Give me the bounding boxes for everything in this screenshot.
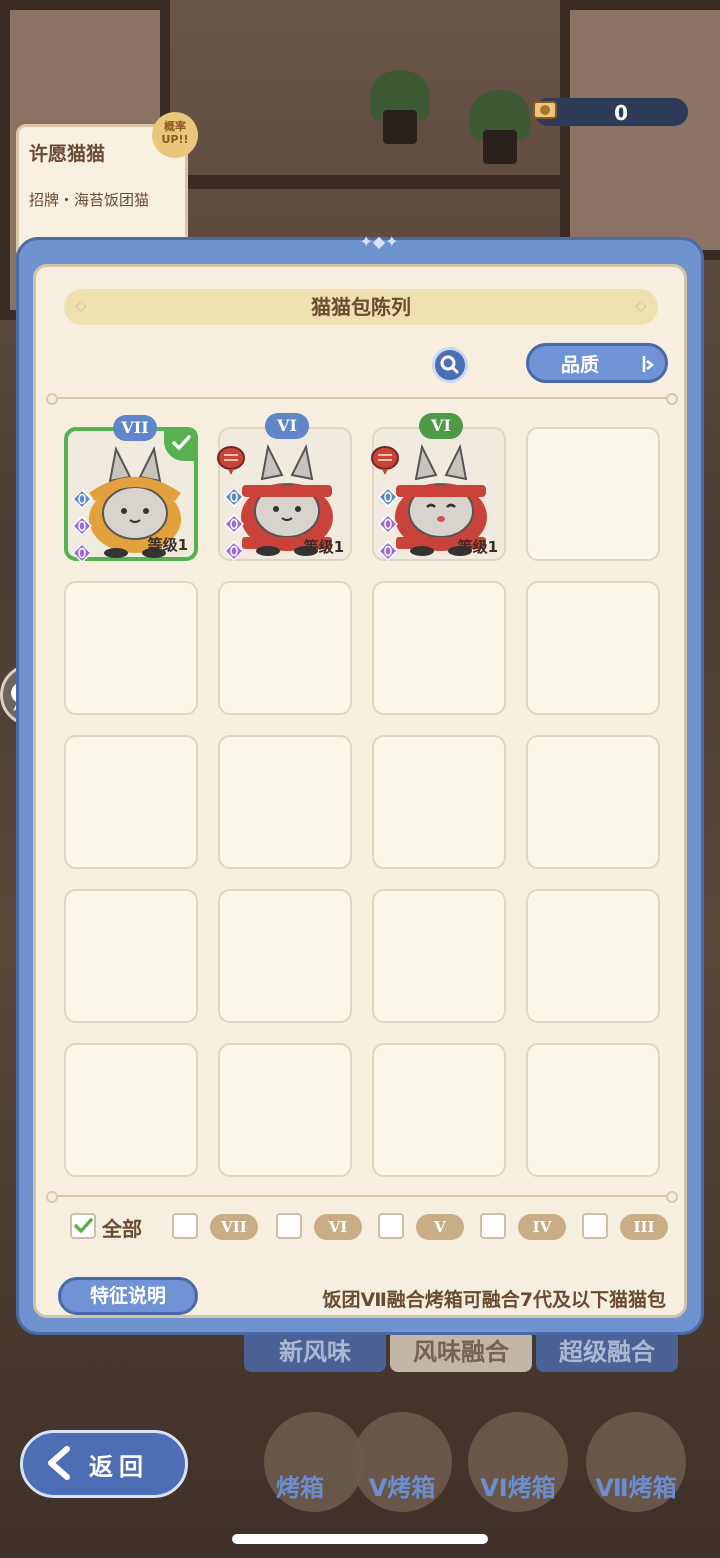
trait-gem-icon [71, 515, 93, 537]
filter-iii-checkbox[interactable] [582, 1213, 608, 1239]
empty-slot[interactable] [526, 427, 660, 561]
filter-all-label: 全部 [102, 1217, 142, 1241]
trait-gem-icon [377, 513, 399, 535]
meat-flavor-icon [217, 446, 245, 475]
home-indicator[interactable] [232, 1534, 488, 1544]
panel-content: ◇ 猫猫包陈列 ◇ 品质 VII 等级1 VI 等级1 VI 等级1 全部 VI… [33, 264, 687, 1318]
badge-line2: UP!! [161, 133, 189, 146]
level-label: 等级1 [303, 538, 344, 556]
fusion-note: 饭团Ⅶ融合烤箱可融合7代及以下猫猫包 [322, 1289, 666, 1311]
grade-badge: VI [265, 413, 309, 439]
cat-bun-slot[interactable]: VII 等级1 [64, 415, 198, 564]
window-frame-right [560, 0, 720, 260]
oven-vi-label: VI烤箱 [480, 1474, 556, 1502]
empty-slot[interactable] [218, 735, 352, 869]
empty-slot[interactable] [64, 889, 198, 1023]
filter-vii-pill: VII [210, 1214, 258, 1240]
wish-card-subtitle: 招牌・海苔饭团猫 [29, 191, 150, 209]
filter-vii-checkbox[interactable] [172, 1213, 198, 1239]
currency-counter: 0 [533, 98, 688, 126]
scroll-coin-icon [533, 101, 557, 119]
empty-slot[interactable] [64, 735, 198, 869]
filter-v-pill: V [416, 1214, 464, 1240]
checkmark-icon [74, 1218, 93, 1233]
panel-title: 猫猫包陈列 [311, 295, 411, 319]
empty-slot[interactable] [218, 1043, 352, 1177]
meat-flavor-icon [371, 446, 399, 475]
grade-filter-row: 全部 VII VI V IV III [64, 1211, 668, 1243]
search-button[interactable] [432, 347, 468, 383]
filter-iii-pill: III [620, 1214, 668, 1240]
trait-gem-icon [71, 488, 93, 510]
empty-slot[interactable] [372, 581, 506, 715]
trait-gem-icon [377, 486, 399, 508]
empty-slot[interactable] [64, 1043, 198, 1177]
pot-decoration [483, 130, 517, 164]
shelf [180, 175, 560, 189]
back-button-label: 返回 [89, 1453, 149, 1481]
search-icon [440, 355, 459, 374]
empty-slot[interactable] [64, 581, 198, 715]
tab-flavor-fusion[interactable]: 风味融合 [390, 1330, 532, 1372]
empty-slot[interactable] [372, 889, 506, 1023]
pot-decoration [383, 110, 417, 144]
empty-slot[interactable] [218, 581, 352, 715]
empty-slot[interactable] [526, 581, 660, 715]
badge-line1: 概率 [164, 120, 186, 133]
title-ornament-left-icon: ◇ [75, 298, 87, 314]
currency-value: 0 [614, 101, 628, 125]
level-label: 等级1 [457, 538, 498, 556]
selected-check-icon [164, 427, 198, 461]
trait-gem-icon [223, 486, 245, 508]
trait-gem-icon [223, 540, 245, 562]
sort-arrow-icon [642, 356, 655, 372]
tab-new-flavor[interactable]: 新风味 [244, 1330, 386, 1372]
filter-vi-pill: VI [314, 1214, 362, 1240]
probability-up-badge: 概率 UP!! [152, 112, 198, 158]
filter-all-checkbox[interactable] [70, 1213, 96, 1239]
tab-super-fusion[interactable]: 超级融合 [536, 1330, 678, 1372]
cat-bun-display-panel: ✦◆✦ ◇ 猫猫包陈列 ◇ 品质 VII 等级1 VI 等级1 VI 等级1 全… [16, 232, 704, 1335]
empty-slot[interactable] [526, 889, 660, 1023]
quality-sort-button[interactable]: 品质 [526, 343, 668, 383]
feature-description-button[interactable]: 特征说明 [58, 1277, 198, 1315]
title-ornament-right-icon: ◇ [635, 298, 647, 314]
filter-iv-pill: IV [518, 1214, 566, 1240]
empty-slot[interactable] [218, 889, 352, 1023]
cat-bun-slot[interactable]: VI 等级1 [217, 413, 352, 562]
cat-bun-slot[interactable]: VI 等级1 [371, 413, 506, 562]
filter-vi-checkbox[interactable] [276, 1213, 302, 1239]
empty-slot[interactable] [526, 1043, 660, 1177]
divider-top [46, 393, 678, 405]
panel-title-bar: ◇ 猫猫包陈列 ◇ [64, 289, 658, 325]
trait-gem-icon [377, 540, 399, 562]
quality-sort-label: 品质 [561, 354, 600, 376]
empty-slot[interactable] [526, 735, 660, 869]
panel-ornament: ✦◆✦ [359, 232, 399, 251]
level-label: 等级1 [147, 536, 188, 554]
grade-badge: VI [419, 413, 463, 439]
empty-slot[interactable] [372, 1043, 506, 1177]
oven-vii-label: Ⅶ烤箱 [595, 1474, 677, 1502]
trait-gems [223, 486, 246, 568]
filter-iv-checkbox[interactable] [480, 1213, 506, 1239]
trait-gems [71, 488, 94, 570]
trait-gem-icon [71, 542, 93, 564]
filter-v-checkbox[interactable] [378, 1213, 404, 1239]
grade-badge: VII [113, 415, 157, 441]
empty-slot[interactable] [372, 735, 506, 869]
trait-gems [377, 486, 400, 568]
divider-bottom [46, 1191, 678, 1203]
trait-gem-icon [223, 513, 245, 535]
back-arrow-icon [48, 1446, 70, 1480]
oven-v-label: V烤箱 [368, 1474, 436, 1502]
wish-card-title: 许愿猫猫 [29, 143, 106, 165]
back-button[interactable]: 返回 [20, 1430, 188, 1498]
